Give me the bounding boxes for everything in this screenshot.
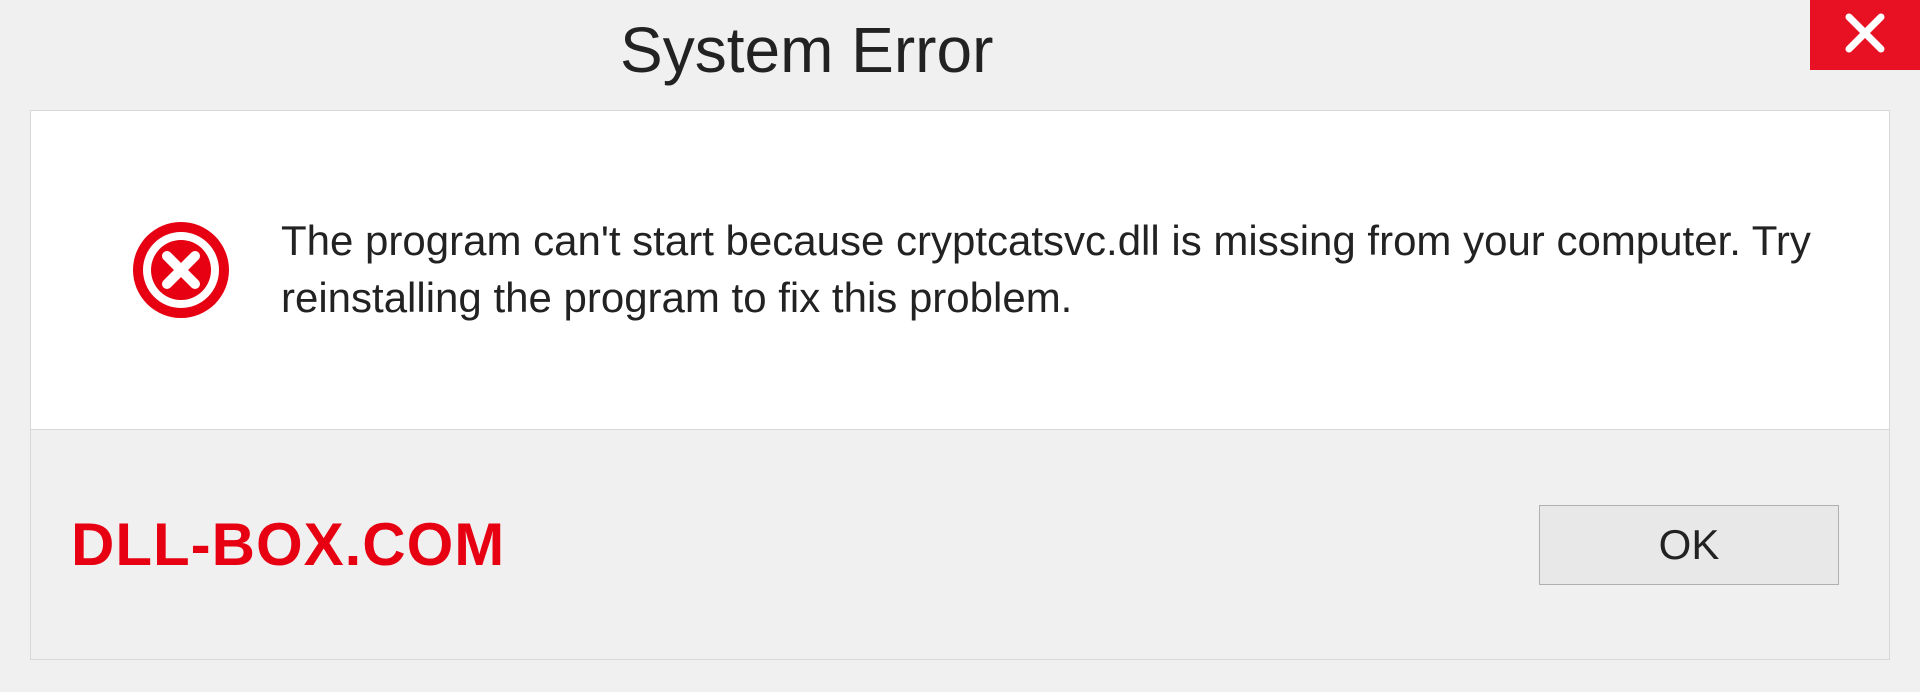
watermark-text: DLL-BOX.COM: [71, 510, 505, 579]
error-message: The program can't start because cryptcat…: [281, 213, 1829, 326]
close-icon: [1843, 11, 1887, 60]
titlebar: System Error: [0, 0, 1920, 100]
dialog-title: System Error: [620, 18, 993, 82]
ok-button[interactable]: OK: [1539, 505, 1839, 585]
button-panel: DLL-BOX.COM OK: [30, 430, 1890, 660]
close-button[interactable]: [1810, 0, 1920, 70]
error-icon: [131, 220, 231, 320]
content-panel: The program can't start because cryptcat…: [30, 110, 1890, 430]
ok-button-label: OK: [1659, 521, 1720, 569]
